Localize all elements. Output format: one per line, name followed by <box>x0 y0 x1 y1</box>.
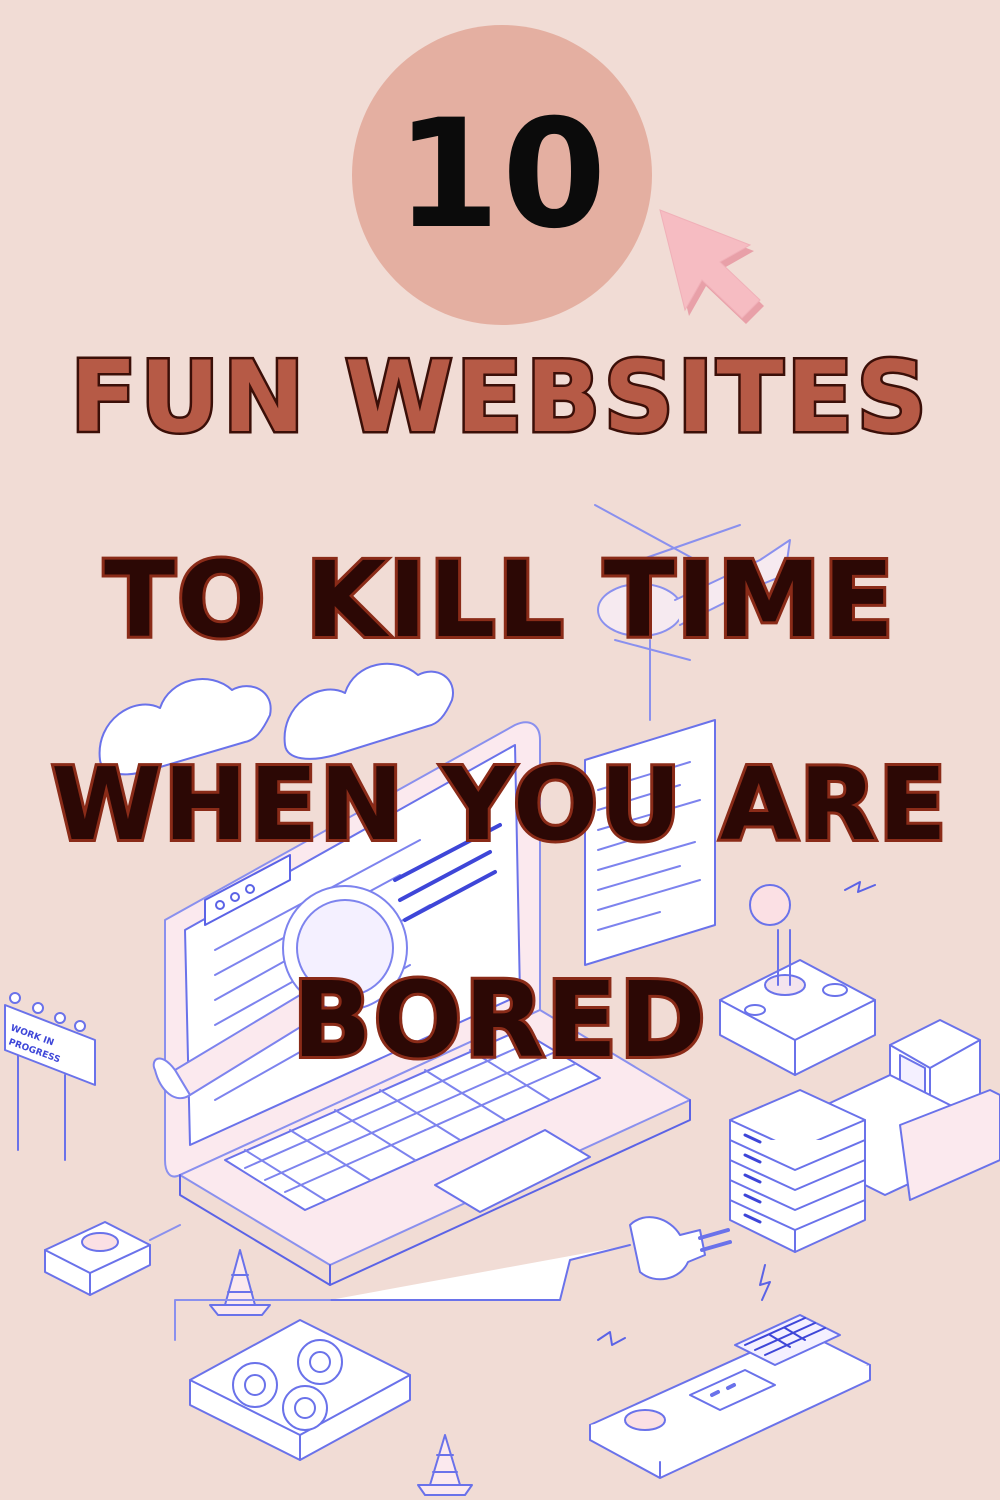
traffic-cone-icon <box>209 1249 271 1316</box>
control-panel-icon <box>589 1314 871 1479</box>
gears-icon <box>189 1319 411 1461</box>
traffic-cone-icon <box>417 1434 473 1496</box>
button-icon <box>44 1221 151 1296</box>
title-line-2: TO KILL TIME <box>101 536 897 664</box>
server-rack-icon <box>729 1089 866 1253</box>
title-line-4: BORED <box>289 956 708 1084</box>
cursor-arrow-icon <box>659 209 764 324</box>
badge-number: 10 <box>395 88 609 262</box>
title-line-1: FUN WEBSITES <box>68 339 930 458</box>
title-line-3: WHEN YOU ARE <box>48 743 949 866</box>
